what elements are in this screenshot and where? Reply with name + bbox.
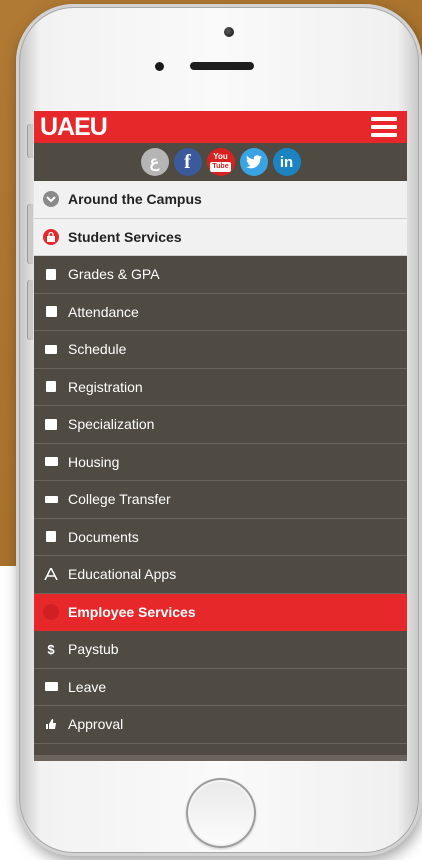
thumbs-up-icon (34, 718, 68, 730)
scroll-edge (34, 755, 407, 761)
menu-label: Specialization (68, 416, 155, 433)
menu-item-grades-gpa[interactable]: Grades & GPA (34, 256, 407, 294)
transfer-icon (34, 495, 68, 503)
front-camera (224, 27, 234, 37)
menu-item-housing[interactable]: Housing (34, 444, 407, 481)
menu-label: Registration (68, 378, 143, 395)
home-button[interactable] (186, 778, 256, 848)
dollar-icon: $ (47, 641, 55, 657)
compass-icon (34, 568, 68, 581)
menu-label: College Transfer (68, 491, 171, 508)
linkedin-icon[interactable]: in (272, 148, 301, 176)
proximity-sensor (155, 62, 164, 71)
menu-around-the-campus[interactable]: Around the Campus (34, 181, 407, 219)
facebook-icon[interactable]: f (173, 148, 202, 176)
menu-label: Schedule (68, 341, 127, 358)
menu-item-registration[interactable]: Registration (34, 369, 407, 406)
menu-label: Leave (68, 678, 107, 695)
volume-up-button (27, 204, 33, 264)
employee-icon (43, 604, 59, 621)
menu-item-educational-apps[interactable]: Educational Apps (34, 556, 407, 594)
menu-label: Employee Services (68, 604, 196, 621)
menu-label: Paystub (68, 641, 119, 658)
menu-label: Approval (68, 716, 124, 733)
menu-item-attendance[interactable]: Attendance (34, 294, 407, 331)
menu-label: Grades & GPA (68, 266, 160, 283)
menu-item-leave[interactable]: Leave (34, 669, 407, 706)
lock-icon (43, 228, 59, 245)
menu-item-documents[interactable]: Documents (34, 519, 407, 556)
menu-student-services[interactable]: Student Services (34, 218, 407, 256)
menu-item-specialization[interactable]: Specialization (34, 406, 407, 444)
menu-employee-services[interactable]: Employee Services (34, 593, 407, 631)
attendance-icon (34, 306, 68, 318)
menu-label: Student Services (68, 228, 182, 245)
documents-icon (34, 531, 68, 543)
youtube-icon-text-bottom: Tube (210, 161, 231, 172)
app-header: UAEU (34, 111, 407, 143)
menu-label: Educational Apps (68, 566, 177, 583)
menu-item-college-transfer[interactable]: College Transfer (34, 481, 407, 519)
menu-label: Around the Campus (68, 191, 202, 208)
edit-document-icon (34, 381, 68, 393)
app-screen: UAEU ع f You Tube in Around the Campus S… (34, 111, 407, 761)
report-card-icon (34, 268, 68, 280)
twitter-icon[interactable] (239, 148, 268, 176)
social-bar: ع f You Tube in (34, 143, 407, 181)
earpiece-speaker (190, 62, 254, 70)
certificate-icon (34, 418, 68, 430)
mute-switch (27, 124, 33, 158)
e-services-icon[interactable]: ع (140, 148, 169, 176)
youtube-icon-text-top: You (213, 151, 228, 161)
youtube-icon[interactable]: You Tube (206, 148, 235, 176)
volume-down-button (27, 280, 33, 340)
menu-item-paystub[interactable]: $ Paystub (34, 631, 407, 669)
menu-label: Housing (68, 453, 120, 470)
hamburger-menu-icon[interactable] (371, 117, 397, 137)
building-icon (34, 457, 68, 467)
menu-item-approval[interactable]: Approval (34, 706, 407, 744)
menu-label: Attendance (68, 303, 139, 320)
uaeu-logo[interactable]: UAEU (40, 114, 108, 140)
briefcase-icon (34, 682, 68, 692)
calendar-icon (34, 344, 68, 354)
menu-label: Documents (68, 528, 139, 545)
menu-item-schedule[interactable]: Schedule (34, 331, 407, 369)
chevron-down-icon (43, 191, 59, 208)
